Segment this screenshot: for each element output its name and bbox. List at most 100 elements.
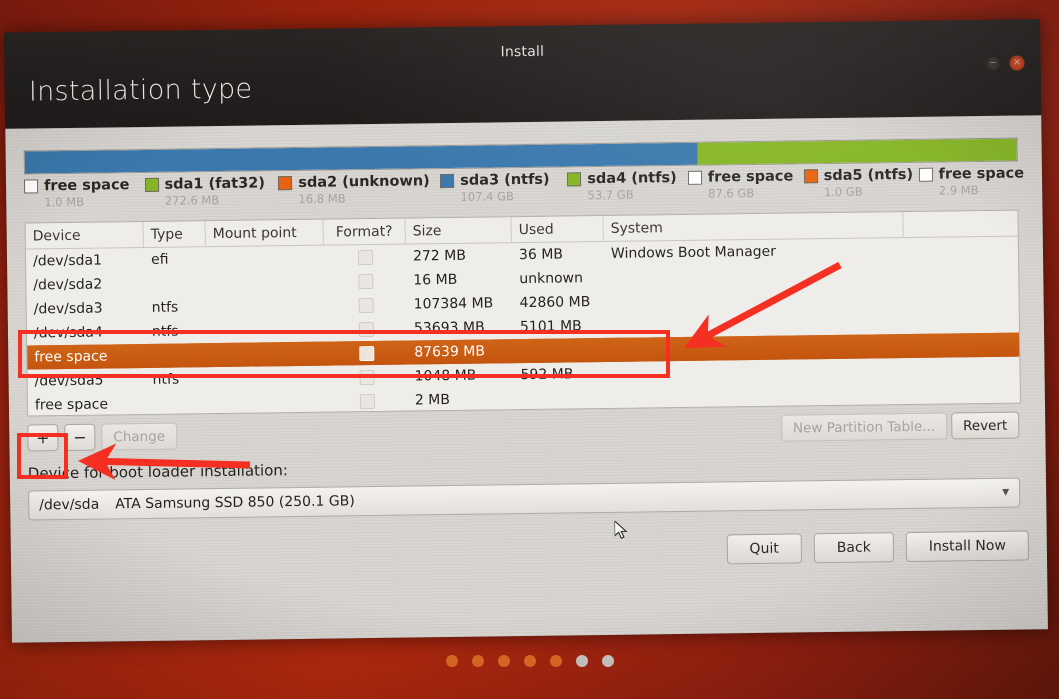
legend-swatch xyxy=(687,170,702,185)
cell-size: 53693 MB xyxy=(413,319,485,337)
legend-item: free space 1.0 MB xyxy=(23,177,145,210)
legend-size: 107.4 GB xyxy=(460,189,514,204)
cell-size: 107384 MB xyxy=(413,295,494,313)
minimize-icon[interactable]: − xyxy=(985,55,1001,71)
legend-item: sda2 (unknown) 16.8 MB xyxy=(278,173,440,206)
format-checkbox[interactable] xyxy=(358,369,375,385)
progress-dot xyxy=(601,655,614,667)
cell-device: /dev/sda2 xyxy=(33,276,103,294)
cell-device: /dev/sda1 xyxy=(32,252,103,270)
page-title: Installation type xyxy=(28,73,253,108)
format-checkbox[interactable] xyxy=(359,393,375,409)
cell-size: 16 MB xyxy=(413,271,458,289)
format-checkbox[interactable] xyxy=(358,321,374,337)
legend-size: 1.0 MB xyxy=(44,194,85,210)
remove-partition-button[interactable]: − xyxy=(64,423,96,452)
cell-type xyxy=(146,403,208,404)
legend-label: sda1 (fat32) xyxy=(164,175,266,193)
mouse-cursor xyxy=(613,519,628,541)
legend-label: sda2 (unknown) xyxy=(298,173,430,191)
cell-mount-point xyxy=(207,306,325,308)
cell-device: /dev/sda5 xyxy=(34,372,104,390)
cell-type: ntfs xyxy=(151,299,179,316)
bootloader-device-select[interactable]: /dev/sda ATA Samsung SSD 850 (250.1 GB) … xyxy=(28,477,1021,521)
quit-button[interactable]: Quit xyxy=(726,533,802,565)
format-checkbox[interactable] xyxy=(357,273,373,289)
change-partition-button[interactable]: Change xyxy=(101,422,178,451)
legend-item: free space 2.9 MB xyxy=(918,165,1024,198)
cell-mount-point xyxy=(207,354,325,356)
back-button[interactable]: Back xyxy=(813,532,894,564)
cell-system xyxy=(605,322,905,326)
cell-type: ntfs xyxy=(152,371,180,388)
legend-label: sda5 (ntfs) xyxy=(823,166,914,185)
legend-size: 16.8 MB xyxy=(298,191,346,206)
window-controls: − ✕ xyxy=(985,55,1025,71)
legend-label: sda3 (ntfs) xyxy=(460,171,550,189)
legend-item: sda4 (ntfs) 53.7 GB xyxy=(567,170,688,203)
cell-used: 5101 MB xyxy=(519,318,582,336)
format-checkbox[interactable] xyxy=(357,249,373,265)
bootloader-label: Device for boot loader installation: xyxy=(27,461,289,483)
install-now-button[interactable]: Install Now xyxy=(905,530,1030,563)
legend-label: sda4 (ntfs) xyxy=(587,170,677,188)
cell-format[interactable] xyxy=(324,249,406,265)
cell-device: /dev/sda3 xyxy=(33,300,103,318)
cell-type xyxy=(144,283,206,284)
cell-device: free space xyxy=(34,396,109,414)
format-checkbox[interactable] xyxy=(358,297,374,313)
partition-table[interactable]: Device Type Mount point Format? Size Use… xyxy=(24,209,1021,417)
cell-format[interactable] xyxy=(325,297,407,313)
column-header-device: Device xyxy=(25,221,144,249)
legend-swatch xyxy=(440,173,455,189)
partition-segment xyxy=(697,138,1017,165)
legend-size: 1.0 GB xyxy=(823,184,863,200)
column-header-size: Size xyxy=(405,217,512,244)
cell-used: 592 MB xyxy=(520,366,574,384)
close-icon[interactable]: ✕ xyxy=(1009,55,1025,71)
revert-button[interactable]: Revert xyxy=(950,411,1020,440)
progress-dot xyxy=(575,655,588,667)
cell-system xyxy=(604,274,904,278)
progress-dot xyxy=(549,655,562,667)
column-header-used: Used xyxy=(511,215,604,243)
cell-format[interactable] xyxy=(325,369,407,385)
progress-dot xyxy=(497,655,510,667)
cell-system xyxy=(605,346,905,350)
cell-mount-point xyxy=(208,378,326,380)
window-title: Install xyxy=(500,43,545,61)
legend-item: sda3 (ntfs) 107.4 GB xyxy=(440,171,568,204)
cell-used xyxy=(513,350,605,351)
cell-format[interactable] xyxy=(324,273,406,289)
new-partition-table-button[interactable]: New Partition Table... xyxy=(780,412,948,442)
cell-format[interactable] xyxy=(326,393,408,409)
cell-format[interactable] xyxy=(325,321,407,337)
add-partition-button[interactable]: + xyxy=(27,424,59,452)
progress-dot xyxy=(523,655,536,667)
cell-format[interactable] xyxy=(325,345,407,361)
cell-size: 272 MB xyxy=(412,247,466,265)
legend-size: 53.7 GB xyxy=(587,187,634,203)
photographed-screen-backdrop: Install Installation type − ✕ free space… xyxy=(0,0,1059,699)
cell-system xyxy=(605,298,905,302)
window-titlebar: Install Installation type − ✕ xyxy=(4,19,1042,129)
cell-device: free space xyxy=(34,348,108,366)
table-body: /dev/sda1 efi 272 MB 36 MB Windows Boot Mana… xyxy=(26,237,1020,417)
footer-actions: Quit Back Install Now xyxy=(726,530,1030,565)
cell-mount-point xyxy=(207,330,325,332)
legend-label: free space xyxy=(43,177,130,195)
install-window: Install Installation type − ✕ free space… xyxy=(4,19,1048,643)
progress-dot xyxy=(445,655,458,667)
partition-toolbar: + − Change New Partition Table... Revert xyxy=(27,411,1020,455)
column-header-format: Format? xyxy=(323,218,406,245)
column-header-system: System xyxy=(603,212,904,241)
format-checkbox[interactable] xyxy=(358,345,374,361)
cell-system: Windows Boot Manager xyxy=(610,243,777,262)
progress-dot xyxy=(471,655,484,667)
cell-used: unknown xyxy=(519,270,584,288)
legend-swatch xyxy=(144,177,159,192)
cell-type xyxy=(145,355,207,356)
legend-item: free space 87.6 GB xyxy=(687,168,804,201)
legend-swatch xyxy=(567,172,582,187)
legend-size: 87.6 GB xyxy=(708,186,755,201)
